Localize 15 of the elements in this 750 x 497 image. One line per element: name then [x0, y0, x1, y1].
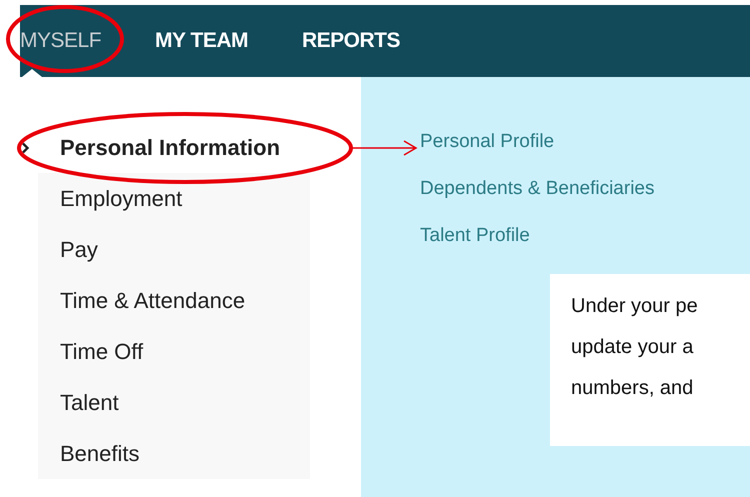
menu-item[interactable]: Employment — [38, 173, 310, 224]
menu-item[interactable]: Pay — [38, 224, 310, 275]
nav-tab[interactable]: MYSELF — [20, 5, 102, 77]
nav-tab[interactable]: MY TEAM — [155, 5, 248, 77]
menu-item[interactable]: Time & Attendance — [38, 275, 310, 326]
submenu-link[interactable]: Talent Profile — [420, 224, 530, 248]
menu-item[interactable]: Benefits — [38, 428, 310, 479]
callout-text: update your a — [571, 335, 694, 360]
nav-tab[interactable]: REPORTS — [302, 5, 400, 77]
submenu-link[interactable]: Personal Profile — [420, 130, 554, 154]
submenu-link[interactable]: Dependents & Beneficiaries — [420, 177, 654, 201]
callout-text: Under your pe — [571, 294, 698, 319]
callout-text: numbers, and — [571, 376, 694, 401]
menu-item[interactable]: Time Off — [38, 326, 310, 377]
menu-item[interactable]: Talent — [38, 377, 310, 428]
